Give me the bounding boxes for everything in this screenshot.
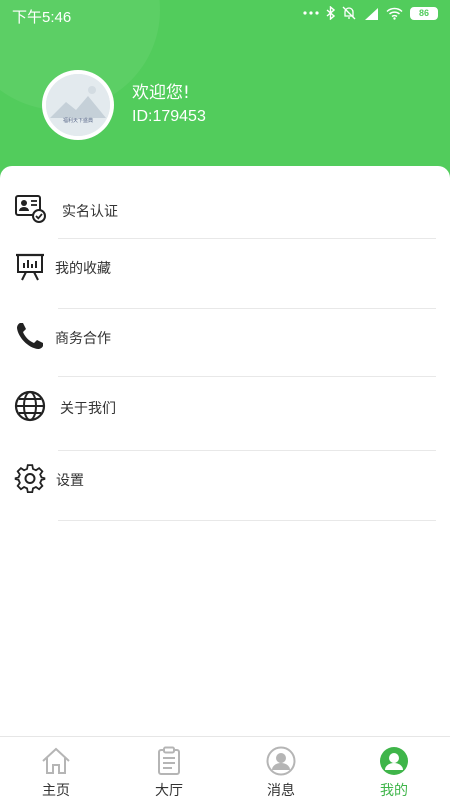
home-icon (42, 747, 70, 774)
menu-item-verify[interactable]: 实名认证 (0, 180, 450, 240)
user-id: ID:179453 (132, 108, 206, 125)
tab-label: 我的 (380, 783, 408, 799)
status-time: 下午5:46 (12, 9, 72, 26)
menu-item-business[interactable]: 商务合作 (0, 308, 450, 368)
tab-label: 大厅 (155, 783, 183, 799)
user-circle-icon (380, 747, 408, 775)
mute-bell-icon (342, 6, 356, 20)
menu-item-about[interactable]: 关于我们 (0, 376, 450, 436)
menu-item-label: 设置 (56, 473, 84, 489)
globe-icon (14, 390, 46, 422)
welcome-text: 欢迎您! (132, 83, 190, 103)
clipboard-icon (158, 746, 180, 775)
bottom-tab-bar: 主页 大厅 消息 我的 (0, 736, 450, 800)
profile-header: 下午5:46 86 福利天下盛典 欢迎您! ID:179453 (0, 0, 450, 190)
menu-item-label: 我的收藏 (55, 261, 111, 277)
menu-item-settings[interactable]: 设置 (0, 450, 450, 510)
menu-item-label: 实名认证 (62, 204, 118, 220)
status-bar: 下午5:46 86 (0, 0, 450, 30)
cellular-signal-icon (365, 7, 378, 20)
bluetooth-icon (326, 6, 335, 20)
tab-home[interactable]: 主页 (0, 737, 112, 800)
phone-icon (17, 323, 43, 349)
menu-item-label: 关于我们 (60, 401, 116, 417)
battery-icon: 86 (410, 6, 438, 20)
avatar-caption: 福利天下盛典 (62, 118, 93, 124)
mountain-icon (46, 74, 110, 136)
divider (58, 520, 436, 521)
menu-card: 实名认证 我的收藏 商务合作 关于我们 设置 (0, 166, 450, 736)
id-verify-icon (15, 195, 46, 223)
presentation-board-icon (16, 253, 44, 281)
dots-icon (303, 11, 319, 15)
tab-messages[interactable]: 消息 (225, 737, 337, 800)
avatar[interactable]: 福利天下盛典 (42, 70, 114, 140)
status-icons: 86 (303, 6, 438, 20)
avatar-image: 福利天下盛典 (46, 74, 110, 136)
tab-label: 消息 (267, 783, 295, 799)
menu-item-favorites[interactable]: 我的收藏 (0, 238, 450, 298)
gear-icon (14, 464, 46, 494)
menu-item-label: 商务合作 (55, 331, 111, 347)
tab-hall[interactable]: 大厅 (113, 737, 225, 800)
tab-label: 主页 (42, 783, 70, 799)
profile-summary: 福利天下盛典 欢迎您! ID:179453 (42, 70, 422, 142)
wifi-icon (386, 7, 403, 20)
tab-mine[interactable]: 我的 (338, 737, 450, 800)
user-circle-icon (266, 746, 296, 776)
